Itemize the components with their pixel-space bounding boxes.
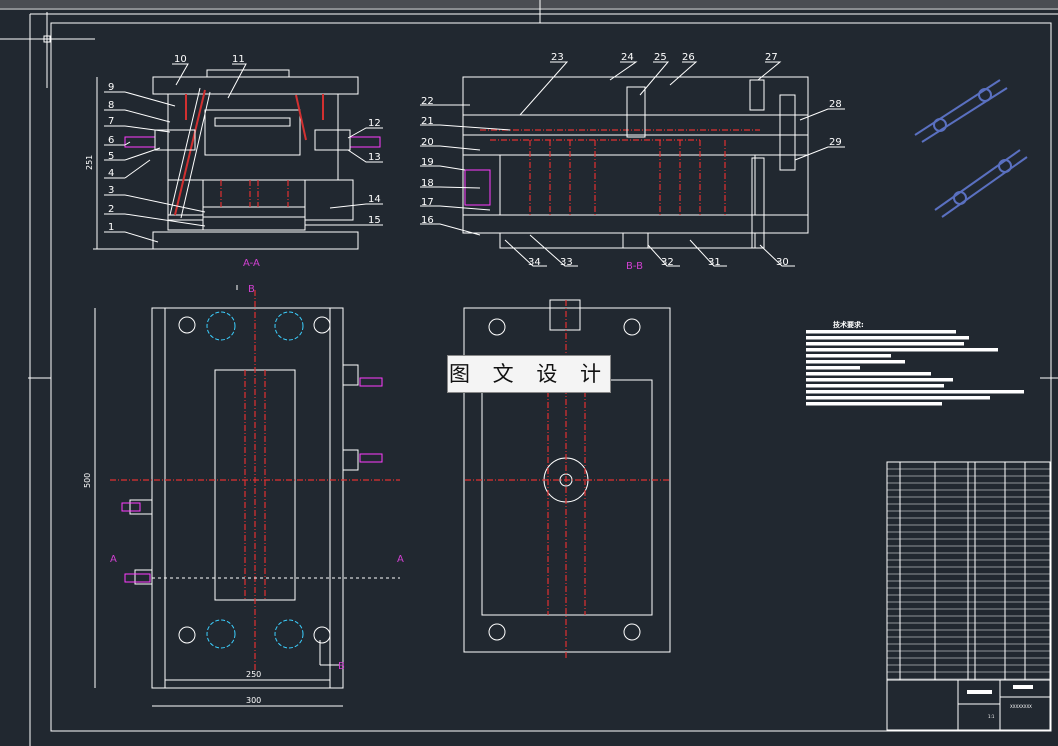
- part-number: 12: [368, 118, 381, 129]
- part-number: 29: [829, 137, 842, 148]
- callouts-right: [420, 61, 845, 267]
- part-number: 15: [368, 215, 381, 226]
- watermark: 图 文 设 计: [447, 355, 611, 393]
- title-block-company-bar: [1013, 685, 1033, 689]
- part-number: 27: [765, 52, 778, 63]
- part-3d-preview: [914, 79, 1028, 218]
- title-block-name-bar: [967, 690, 992, 694]
- part-number: 7: [108, 116, 114, 127]
- requirement-line: [806, 348, 998, 352]
- part-numbers-left: 1 2 3 4 5 6 7 8 9 10 11 12 13 14 15: [108, 54, 381, 233]
- technical-requirements-lines: [806, 330, 1024, 406]
- title-block: [886, 461, 1051, 731]
- callouts-left: [104, 63, 383, 243]
- part-numbers-right: 16 17 18 19 20 21 22 23 24 25 26 27 28 2…: [421, 52, 842, 268]
- part-number: 2: [108, 204, 114, 215]
- part-number: 22: [421, 96, 434, 107]
- part-number: 21: [421, 116, 434, 127]
- part-number: 4: [108, 168, 114, 179]
- part-number: 19: [421, 157, 434, 168]
- section-view-bb[interactable]: B-B: [462, 76, 809, 272]
- cut-marker-b-bottom: B: [338, 661, 345, 672]
- dimension-plan-outer-width: 300: [246, 696, 261, 705]
- part-number: 32: [661, 257, 674, 268]
- part-number: 20: [421, 137, 434, 148]
- part-number: 25: [654, 52, 667, 63]
- dimension-plan-inner-width: 250: [246, 670, 261, 679]
- part-number: 6: [108, 135, 114, 146]
- part-number: 18: [421, 178, 434, 189]
- requirement-line: [806, 330, 956, 334]
- part-number: 10: [174, 54, 187, 65]
- part-number: 28: [829, 99, 842, 110]
- requirement-line: [806, 396, 990, 400]
- part-number: 33: [560, 257, 573, 268]
- part-number: 14: [368, 194, 381, 205]
- requirement-line: [806, 390, 1024, 394]
- section-view-aa[interactable]: 251 A-A: [85, 69, 381, 269]
- requirement-line: [806, 384, 944, 388]
- part-number: 26: [682, 52, 695, 63]
- cut-marker-a-left: A: [110, 554, 117, 565]
- section-label-bb: B-B: [626, 261, 643, 272]
- requirement-line: [806, 372, 931, 376]
- part-number: 1: [108, 222, 114, 233]
- part-number: 30: [776, 257, 789, 268]
- cut-marker-a-right: A: [397, 554, 404, 565]
- plan-view-fixed-half[interactable]: [463, 299, 671, 660]
- requirement-line: [806, 342, 964, 346]
- plan-view-moving-half[interactable]: A A B B 500 250 300: [83, 284, 404, 707]
- part-number: 8: [108, 100, 114, 111]
- requirement-line: [806, 336, 969, 340]
- part-number: 13: [368, 152, 381, 163]
- requirement-line: [806, 360, 905, 364]
- requirement-line: [806, 378, 953, 382]
- technical-requirements-title: 技术要求:: [833, 321, 864, 329]
- part-number: 24: [621, 52, 634, 63]
- part-number: 3: [108, 185, 114, 196]
- part-number: 9: [108, 82, 114, 93]
- requirement-line: [806, 402, 942, 406]
- drawing-code: XXXXXXXX: [1010, 704, 1032, 709]
- part-number: 17: [421, 197, 434, 208]
- requirement-line: [806, 366, 860, 370]
- part-number: 11: [232, 54, 245, 65]
- part-number: 23: [551, 52, 564, 63]
- part-number: 31: [708, 257, 721, 268]
- drawing-scale: 1:1: [988, 714, 995, 719]
- dimension-height-section: 251: [85, 155, 94, 170]
- part-number: 5: [108, 151, 114, 162]
- section-label-aa: A-A: [243, 258, 260, 269]
- part-number: 34: [528, 257, 541, 268]
- cut-marker-b-top: B: [248, 284, 255, 295]
- requirement-line: [806, 354, 891, 358]
- part-number: 16: [421, 215, 434, 226]
- dimension-plan-height: 500: [83, 473, 92, 488]
